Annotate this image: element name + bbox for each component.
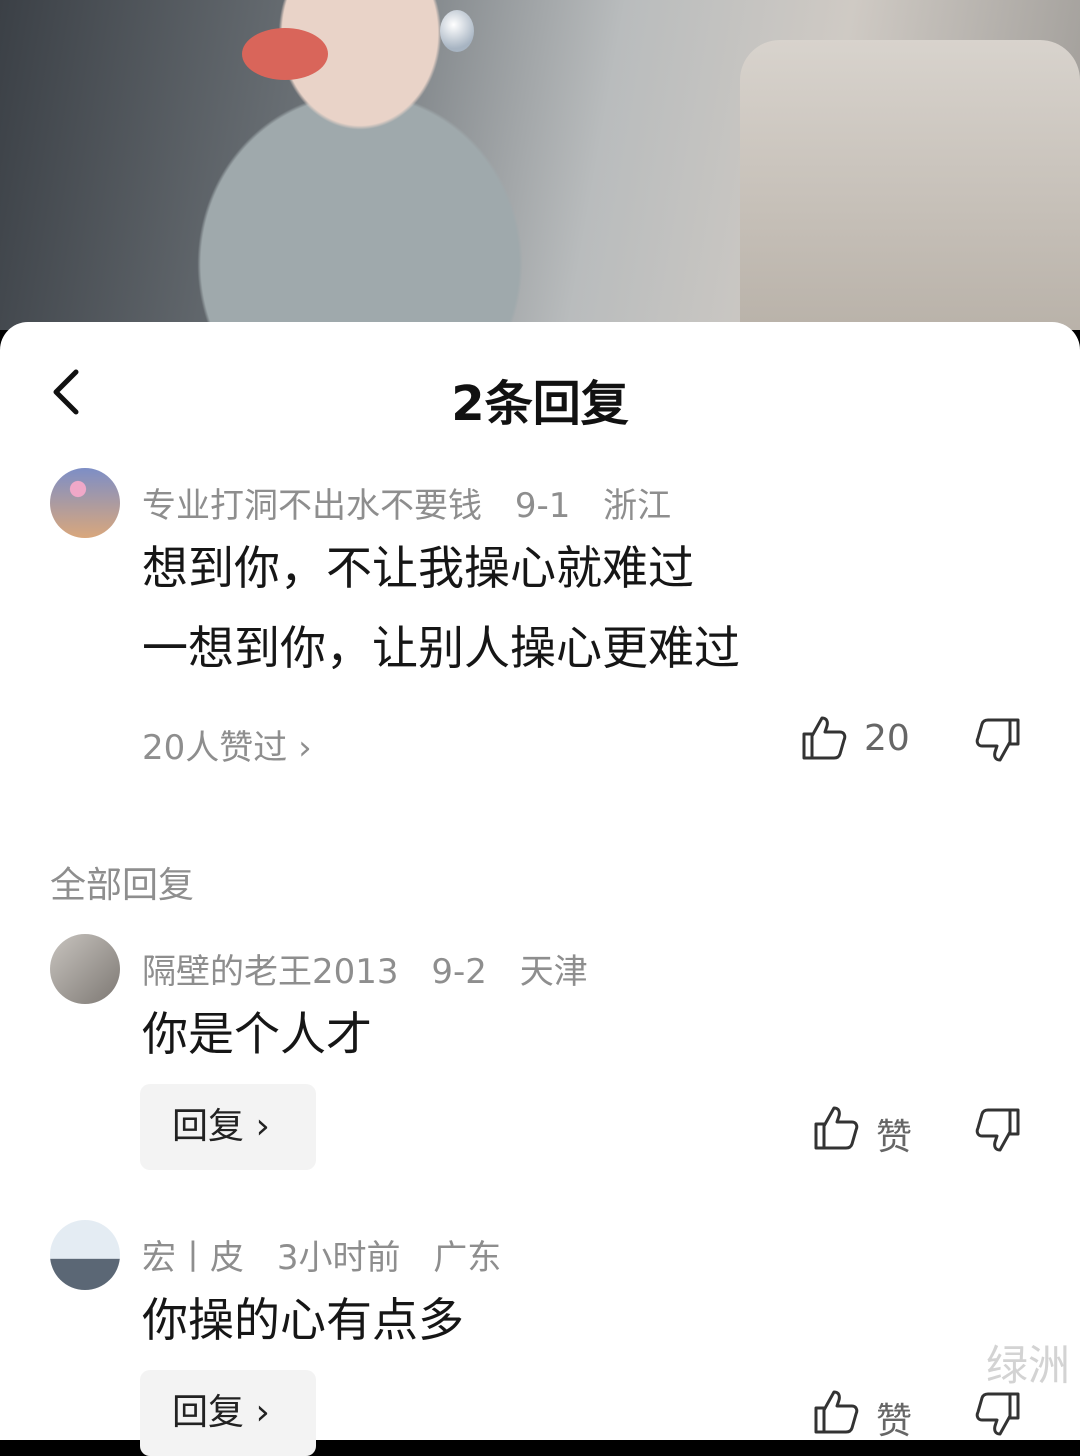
like-button[interactable] — [812, 1388, 860, 1436]
comment-line: 一想到你，让别人操心更难过 — [142, 621, 740, 675]
thumb-up-icon — [814, 1106, 859, 1150]
comment-text: 你是个人才 — [142, 1007, 372, 1061]
avatar[interactable] — [50, 934, 120, 1004]
video-lips-detail — [242, 28, 328, 80]
video-person-figure — [110, 0, 610, 330]
dislike-button[interactable] — [974, 716, 1022, 764]
reply-button[interactable]: 回复 › — [140, 1370, 316, 1456]
like-label: 赞 — [876, 1401, 913, 1442]
username[interactable]: 宏丨皮 — [142, 1238, 244, 1278]
comment-meta: 专业打洞不出水不要钱 9-1 浙江 — [142, 478, 693, 527]
comment-line: 想到你，不让我操心就难过 — [142, 541, 694, 595]
avatar[interactable] — [50, 468, 120, 538]
thumb-up-icon — [814, 1390, 859, 1434]
comment-date: 9-1 — [514, 486, 571, 526]
comment-date: 3小时前 — [276, 1238, 401, 1278]
thumb-up-icon — [802, 716, 847, 760]
section-label: 全部回复 — [50, 865, 195, 906]
username[interactable]: 专业打洞不出水不要钱 — [142, 486, 482, 526]
liked-by-link[interactable]: 20人赞过 › — [142, 720, 312, 769]
replies-sheet: 2条回复 专业打洞不出水不要钱 9-1 浙江 想到你，不让我操心就难过 一想到你… — [0, 322, 1080, 1456]
comment-meta: 隔壁的老王2013 9-2 天津 — [142, 944, 610, 993]
comment-location: 浙江 — [603, 486, 672, 526]
like-button[interactable] — [800, 714, 848, 762]
comment-meta: 宏丨皮 3小时前 广东 — [142, 1230, 523, 1279]
comment-location: 天津 — [519, 952, 588, 992]
watermark: 绿洲 — [985, 1341, 1070, 1390]
reply-button[interactable]: 回复 › — [140, 1084, 316, 1170]
video-preview[interactable] — [0, 0, 1080, 330]
comment-date: 9-2 — [431, 952, 487, 992]
thumb-down-icon — [975, 1108, 1020, 1152]
dislike-button[interactable] — [974, 1390, 1022, 1438]
comment-text: 你操的心有点多 — [142, 1293, 464, 1347]
thumb-down-icon — [975, 718, 1020, 762]
like-button[interactable] — [812, 1104, 860, 1152]
video-earring-detail — [440, 10, 474, 52]
like-count: 20 — [864, 718, 910, 759]
sheet-header: 2条回复 — [0, 322, 1080, 472]
username[interactable]: 隔壁的老王2013 — [142, 952, 399, 992]
video-car-seat — [740, 40, 1080, 330]
dislike-button[interactable] — [974, 1106, 1022, 1154]
comment-location: 广东 — [433, 1238, 502, 1278]
page-title: 2条回复 — [451, 376, 629, 432]
thumb-down-icon — [975, 1392, 1020, 1436]
avatar[interactable] — [50, 1220, 120, 1290]
like-label: 赞 — [876, 1117, 913, 1158]
comment-text: 想到你，不让我操心就难过 一想到你，让别人操心更难过 — [142, 528, 740, 688]
